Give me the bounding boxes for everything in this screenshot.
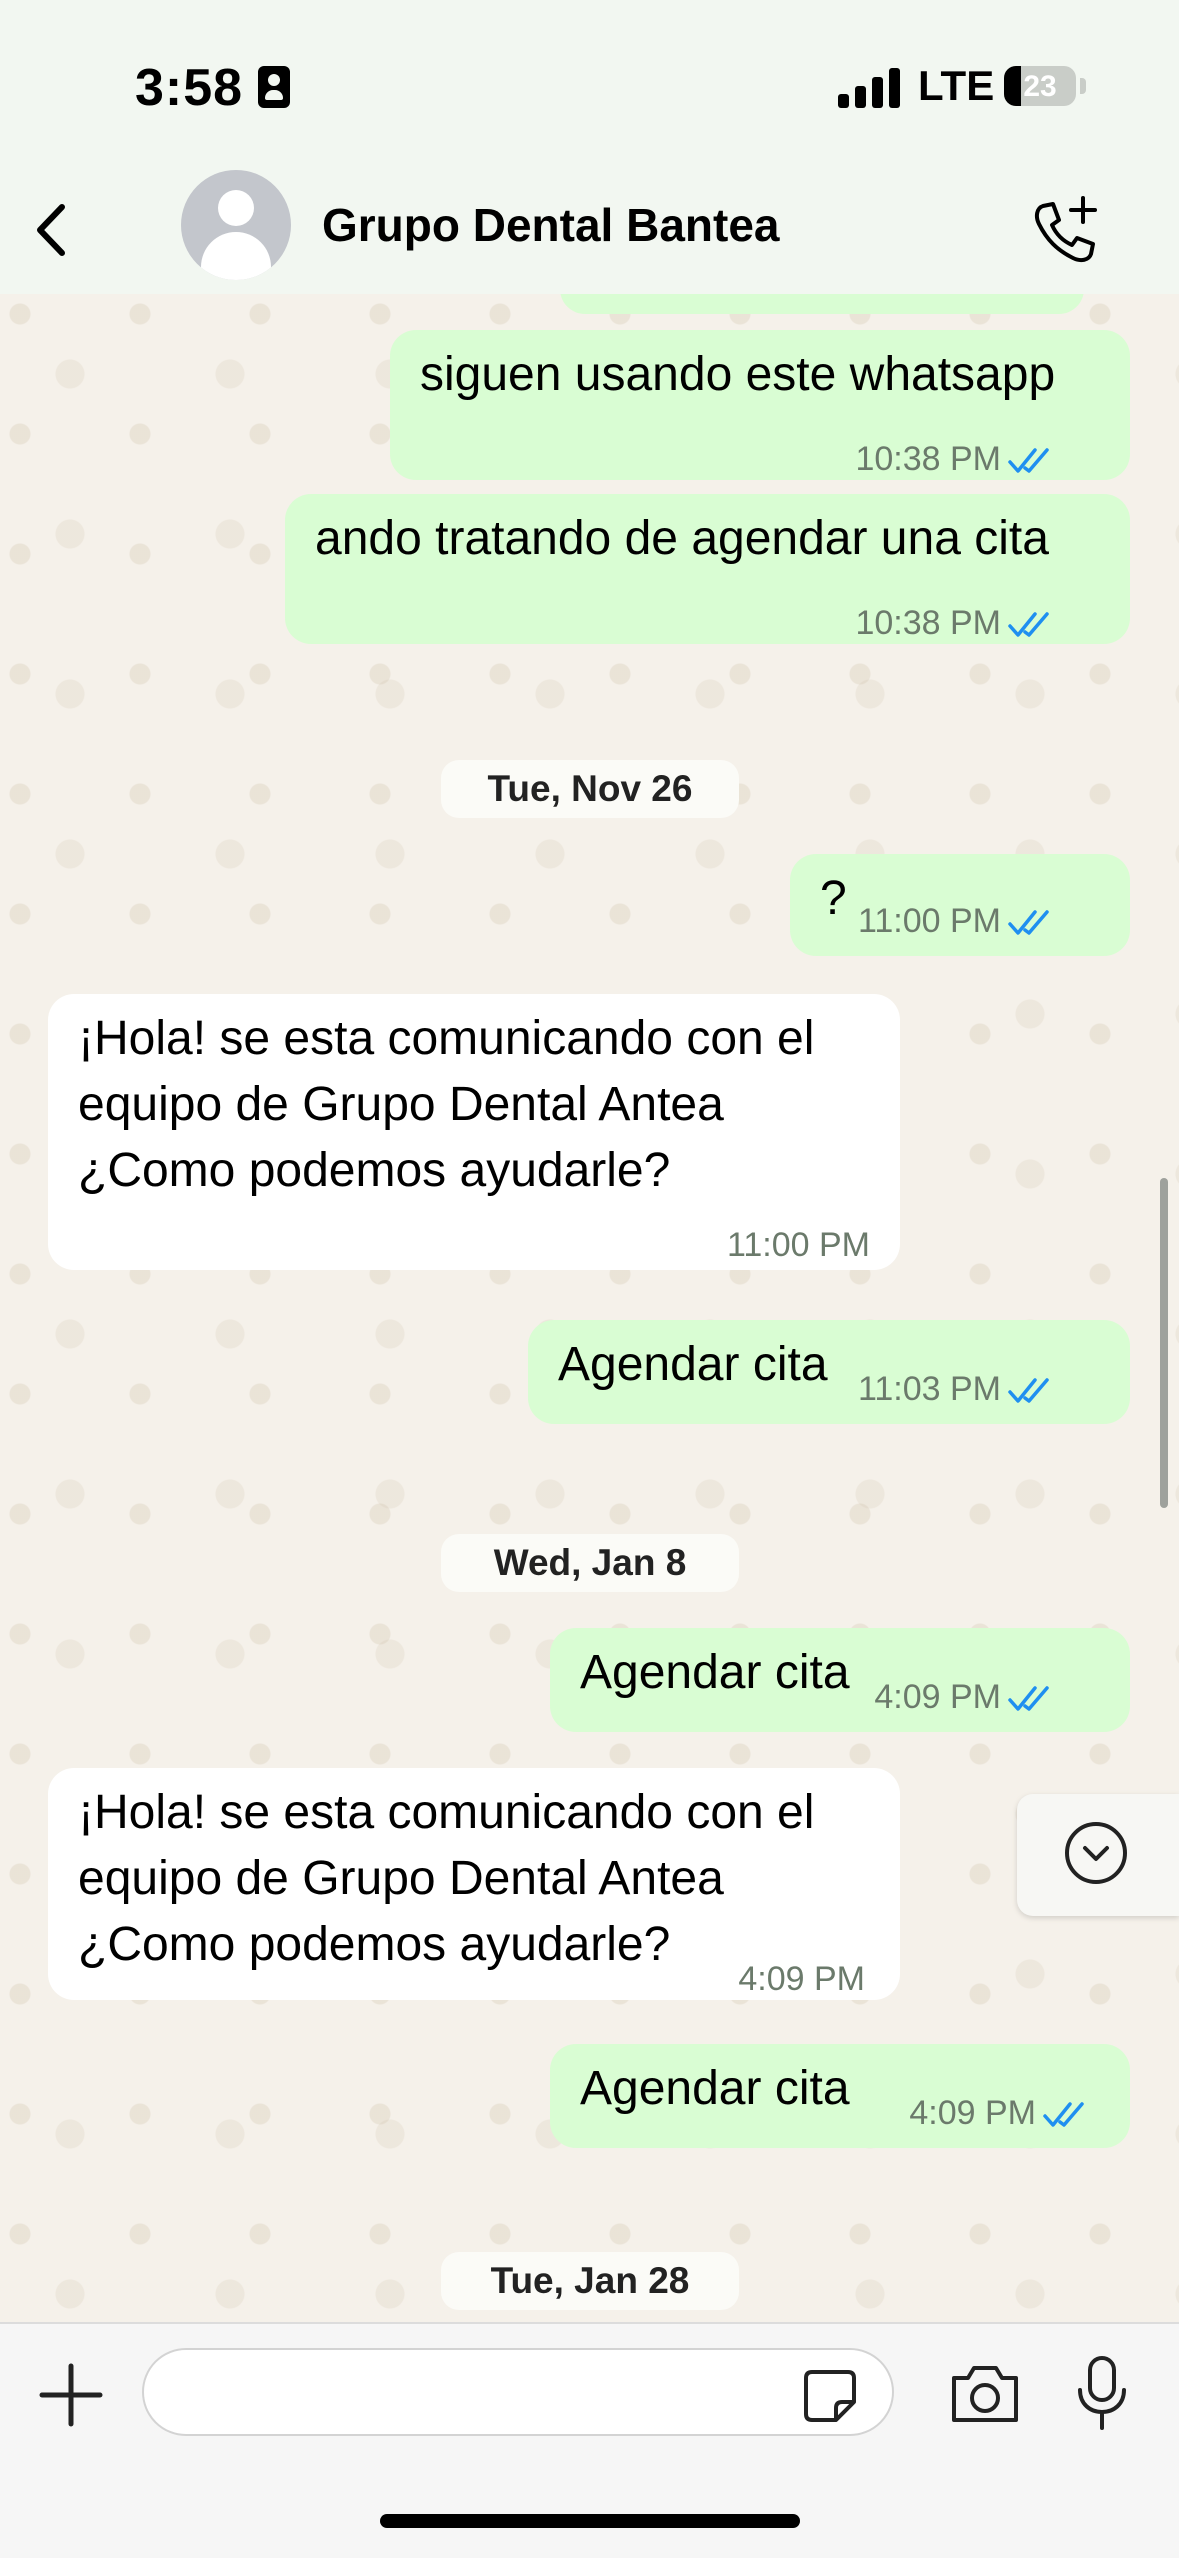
message-text: siguen usando este whatsapp (420, 348, 1056, 401)
message-text: Agendar cita (580, 1646, 850, 1699)
message-meta: 4:09 PM (909, 2080, 1090, 2146)
message-meta: 11:03 PM (858, 1356, 1055, 1422)
outgoing-message[interactable]: Agendar cita 11:03 PM (528, 1320, 1130, 1424)
message-bubble-partial[interactable] (560, 294, 1084, 314)
message-input[interactable] (142, 2348, 894, 2436)
signal-icon (838, 68, 900, 108)
message-meta: 10:38 PM (855, 590, 1055, 656)
scroll-down-icon (1065, 1822, 1127, 1884)
network-type: LTE (918, 62, 995, 109)
microphone-icon[interactable] (1072, 2354, 1132, 2434)
status-time: 3:58 (135, 59, 244, 117)
avatar-placeholder-icon[interactable] (181, 170, 291, 280)
message-meta: 4:09 PM (874, 1664, 1055, 1730)
message-time: 11:00 PM (857, 902, 1001, 940)
message-time: 10:38 PM (855, 440, 1001, 478)
read-receipt-icon (1008, 448, 1049, 473)
message-text: Agendar cita (580, 2062, 850, 2115)
outgoing-message[interactable]: Agendar cita 4:09 PM (550, 2044, 1130, 2148)
outgoing-message[interactable]: ando tratando de agendar una cita 10:38 P… (285, 494, 1130, 644)
message-text: ¡Hola! se esta comunicando con el equipo… (78, 1012, 815, 1197)
message-text: ¡Hola! se esta comunicando con el equipo… (78, 1786, 815, 1971)
battery-percent: 23 (1023, 70, 1057, 103)
scrollbar[interactable] (1160, 1178, 1168, 1508)
chat-header: Grupo Dental Bantea (0, 170, 1179, 296)
incoming-message[interactable]: ¡Hola! se esta comunicando con el equipo… (48, 1768, 900, 2000)
read-receipt-icon (1043, 2102, 1084, 2127)
home-indicator (380, 2514, 800, 2528)
read-receipt-icon (1008, 1686, 1049, 1711)
message-list[interactable]: siguen usando este whatsapp 10:38 PM ando … (0, 294, 1179, 2322)
message-meta: 4:09 PM (738, 1946, 865, 2012)
message-time: 4:09 PM (874, 1678, 1001, 1716)
date-separator: Tue, Jan 28 (441, 2252, 739, 2310)
read-receipt-icon (1008, 612, 1049, 637)
battery-icon: 23 (1004, 66, 1076, 106)
back-chevron-icon[interactable] (20, 195, 90, 265)
message-time: 11:03 PM (857, 1370, 1001, 1408)
incoming-message[interactable]: ¡Hola! se esta comunicando con el equipo… (48, 994, 900, 1270)
status-bar: 3:58 LTE 23 (0, 0, 1179, 170)
message-time: 11:00 PM (726, 1226, 870, 1264)
battery-cap (1080, 78, 1086, 94)
message-meta: 11:00 PM (727, 1212, 870, 1278)
chat-title[interactable]: Grupo Dental Bantea (322, 198, 780, 252)
read-receipt-icon (1008, 1378, 1049, 1403)
outgoing-message[interactable]: Agendar cita 4:09 PM (550, 1628, 1130, 1732)
date-separator: Tue, Nov 26 (441, 760, 739, 818)
message-time: 10:38 PM (855, 604, 1001, 642)
composer-bar (0, 2322, 1179, 2558)
outgoing-message[interactable]: ? 11:00 PM (790, 854, 1130, 956)
plus-icon[interactable] (36, 2360, 106, 2430)
message-text: ando tratando de agendar una cita (315, 512, 1049, 565)
outgoing-message[interactable]: siguen usando este whatsapp 10:38 PM (390, 330, 1130, 480)
add-call-icon[interactable] (1025, 192, 1105, 272)
message-time: 4:09 PM (909, 2094, 1036, 2132)
contact-card-icon (258, 66, 290, 108)
message-text: ? (820, 872, 847, 925)
camera-icon[interactable] (948, 2362, 1022, 2426)
message-text: Agendar cita (558, 1338, 828, 1391)
date-separator: Wed, Jan 8 (441, 1534, 739, 1592)
message-time: 4:09 PM (738, 1960, 865, 1998)
message-meta: 11:00 PM (858, 888, 1055, 954)
read-receipt-icon (1008, 910, 1049, 935)
sticker-icon[interactable] (800, 2366, 860, 2426)
message-meta: 10:38 PM (855, 426, 1055, 492)
scroll-down-button[interactable] (1017, 1794, 1179, 1916)
